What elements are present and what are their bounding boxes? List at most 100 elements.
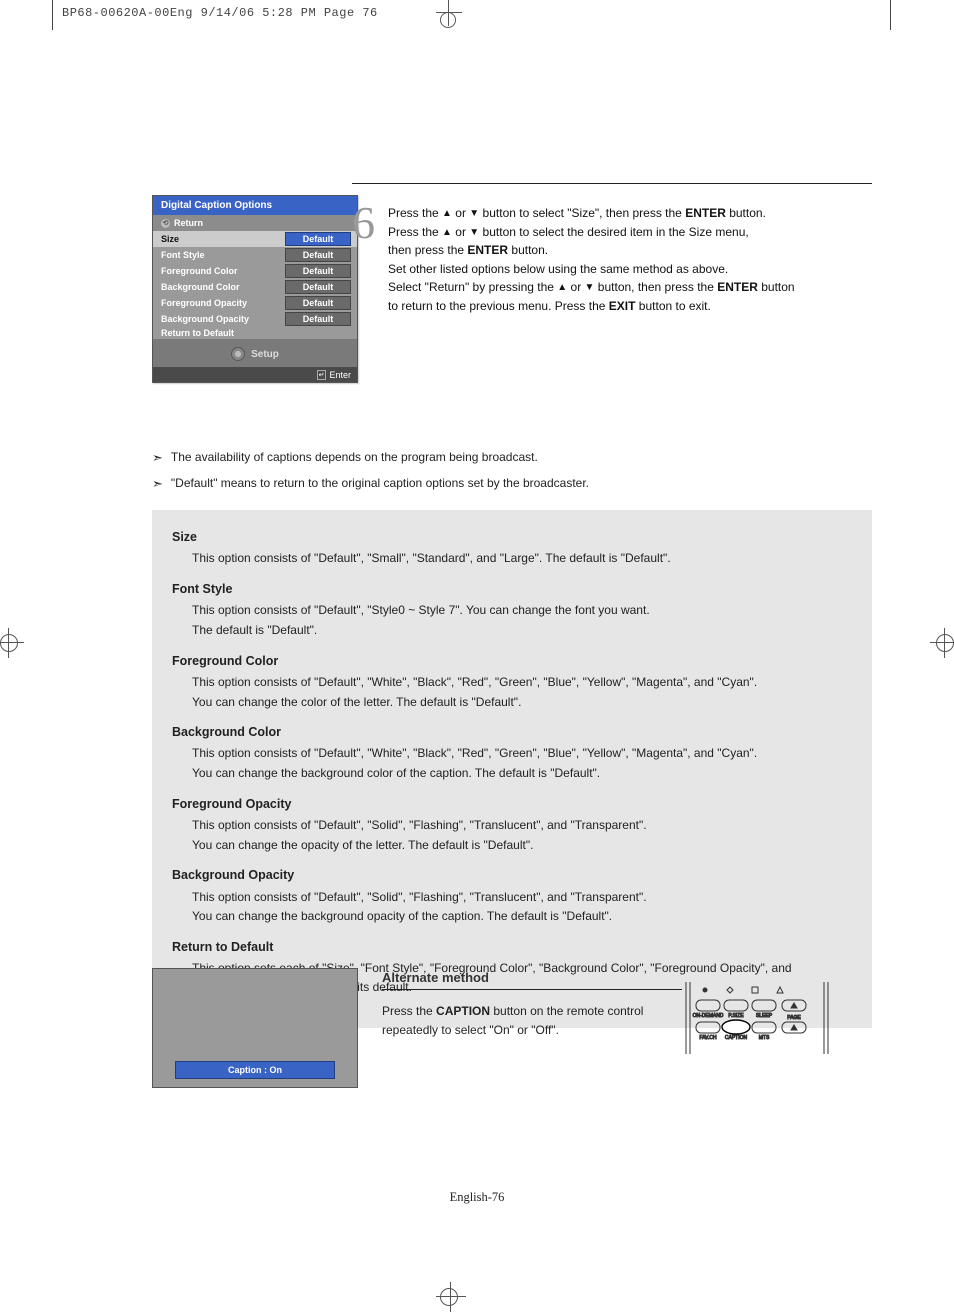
tv-caption-bar: Caption : On bbox=[175, 1061, 335, 1079]
notes: ➣ The availability of captions depends o… bbox=[152, 450, 872, 502]
remote-illustration: ON-DEMAND P.SIZE SLEEP FAV.CH CAPTION MT… bbox=[682, 982, 832, 1054]
svg-text:MTS: MTS bbox=[759, 1035, 770, 1041]
step-rule bbox=[352, 183, 872, 184]
option-line: You can change the color of the letter. … bbox=[192, 693, 852, 712]
print-header: BP68-00620A-00Eng 9/14/06 5:28 PM Page 7… bbox=[62, 6, 378, 20]
return-icon: ⟲ bbox=[161, 219, 170, 228]
osd-setup-bar: Setup bbox=[153, 339, 357, 367]
alt-rule bbox=[382, 989, 682, 990]
crop-vert-right bbox=[890, 0, 891, 30]
t: ENTER bbox=[467, 243, 508, 257]
alt-heading: Alternate method bbox=[382, 970, 682, 985]
t: or bbox=[455, 225, 469, 239]
option-block: SizeThis option consists of "Default", "… bbox=[172, 528, 852, 568]
crop-circle-top bbox=[440, 12, 456, 28]
options-infobox: SizeThis option consists of "Default", "… bbox=[152, 510, 872, 1028]
note-text: "Default" means to return to the origina… bbox=[171, 476, 589, 492]
tv-caption-screenshot: Caption : On bbox=[152, 968, 358, 1088]
option-line: You can change the opacity of the letter… bbox=[192, 836, 852, 855]
svg-text:PAGE: PAGE bbox=[787, 1015, 801, 1021]
t: button to exit. bbox=[639, 299, 711, 313]
osd-row: SizeDefault bbox=[153, 231, 357, 247]
osd-row: Foreground ColorDefault bbox=[153, 263, 357, 279]
t: ENTER bbox=[717, 280, 758, 294]
option-line: This option consists of "Default", "Soli… bbox=[192, 816, 852, 835]
arrow-up-icon: ▲ bbox=[442, 206, 452, 222]
option-title: Return to Default bbox=[172, 938, 852, 957]
t: Set other listed options below using the… bbox=[388, 260, 878, 279]
t: CAPTION bbox=[436, 1004, 490, 1018]
t: Select "Return" by pressing the bbox=[388, 280, 557, 294]
osd-enter-hint: ↵ Enter bbox=[317, 370, 351, 380]
t: button, then press the bbox=[598, 280, 717, 294]
osd-setup-label: Setup bbox=[251, 349, 279, 360]
crop-circle-right bbox=[936, 634, 954, 652]
svg-text:FAV.CH: FAV.CH bbox=[699, 1035, 717, 1041]
option-line: This option consists of "Default", "Soli… bbox=[192, 888, 852, 907]
osd-footer: ↵ Enter bbox=[153, 367, 357, 382]
alternate-method: Alternate method Press the CAPTION butto… bbox=[382, 970, 682, 1039]
osd-row-value: Default bbox=[285, 312, 351, 326]
arrow-down-icon: ▼ bbox=[469, 206, 479, 222]
bullet-icon: ➣ bbox=[152, 450, 163, 466]
t: to return to the previous menu. Press th… bbox=[388, 299, 609, 313]
t: button to select "Size", then press the bbox=[483, 206, 686, 220]
option-block: Background ColorThis option consists of … bbox=[172, 723, 852, 783]
step-number: 6 bbox=[352, 196, 375, 249]
step-text: Press the ▲ or ▼ button to select "Size"… bbox=[388, 204, 878, 316]
option-line: This option consists of "Default", "Whit… bbox=[192, 673, 852, 692]
svg-text:ON-DEMAND: ON-DEMAND bbox=[693, 1013, 724, 1019]
option-block: Foreground Color This option consists of … bbox=[172, 652, 852, 712]
svg-text:CAPTION: CAPTION bbox=[725, 1035, 748, 1041]
svg-text:SLEEP: SLEEP bbox=[756, 1013, 773, 1019]
crop-vert-left bbox=[52, 0, 53, 30]
t: button. bbox=[511, 243, 548, 257]
option-title: Background Color bbox=[172, 723, 852, 742]
osd-enter-label: Enter bbox=[329, 370, 351, 380]
osd-row-label: Size bbox=[159, 234, 285, 244]
crop-circle-left bbox=[0, 634, 18, 652]
osd-row: Background OpacityDefault bbox=[153, 311, 357, 327]
option-title: Foreground Color bbox=[172, 652, 852, 671]
osd-row-value: Default bbox=[285, 232, 351, 246]
osd-row: Foreground OpacityDefault bbox=[153, 295, 357, 311]
osd-row: Return to Default bbox=[153, 327, 357, 339]
option-title: Background Opacity bbox=[172, 866, 852, 885]
osd-row-label: Foreground Color bbox=[159, 266, 285, 276]
osd-row: Background ColorDefault bbox=[153, 279, 357, 295]
note-text: The availability of captions depends on … bbox=[171, 450, 538, 466]
osd-menu: Digital Caption Options ⟲ Return SizeDef… bbox=[152, 195, 358, 383]
gear-icon bbox=[231, 347, 245, 361]
osd-row-value: Default bbox=[285, 280, 351, 294]
arrow-down-icon: ▼ bbox=[585, 280, 595, 296]
osd-row: Font StyleDefault bbox=[153, 247, 357, 263]
t: button. bbox=[729, 206, 766, 220]
t: ENTER bbox=[685, 206, 726, 220]
t: button bbox=[761, 280, 794, 294]
t: Press the bbox=[388, 225, 442, 239]
option-block: Font Style This option consists of "Defau… bbox=[172, 580, 852, 640]
t: or bbox=[571, 280, 585, 294]
crop-circle-bottom bbox=[440, 1288, 458, 1306]
option-line: The default is "Default". bbox=[192, 621, 852, 640]
t: button to select the desired item in the… bbox=[483, 225, 749, 239]
svg-text:P.SIZE: P.SIZE bbox=[728, 1013, 744, 1019]
option-line: This option consists of "Default", "Smal… bbox=[192, 549, 852, 568]
osd-row-value: Default bbox=[285, 296, 351, 310]
osd-row-value: Default bbox=[285, 248, 351, 262]
option-block: Background Opacity This option consists o… bbox=[172, 866, 852, 926]
osd-row-value: Default bbox=[285, 264, 351, 278]
osd-title: Digital Caption Options bbox=[153, 196, 357, 215]
option-line: You can change the background color of t… bbox=[192, 764, 852, 783]
t: then press the bbox=[388, 243, 467, 257]
note-item: ➣ "Default" means to return to the origi… bbox=[152, 476, 872, 492]
t: EXIT bbox=[609, 299, 636, 313]
option-block: Foreground OpacityThis option consists o… bbox=[172, 795, 852, 855]
arrow-down-icon: ▼ bbox=[469, 225, 479, 241]
option-line: This option consists of "Default", "Styl… bbox=[192, 601, 852, 620]
osd-row-label: Background Opacity bbox=[159, 314, 285, 324]
t: or bbox=[455, 206, 469, 220]
bullet-icon: ➣ bbox=[152, 476, 163, 492]
option-title: Font Style bbox=[172, 580, 852, 599]
page-footer: English-76 bbox=[62, 1190, 892, 1205]
